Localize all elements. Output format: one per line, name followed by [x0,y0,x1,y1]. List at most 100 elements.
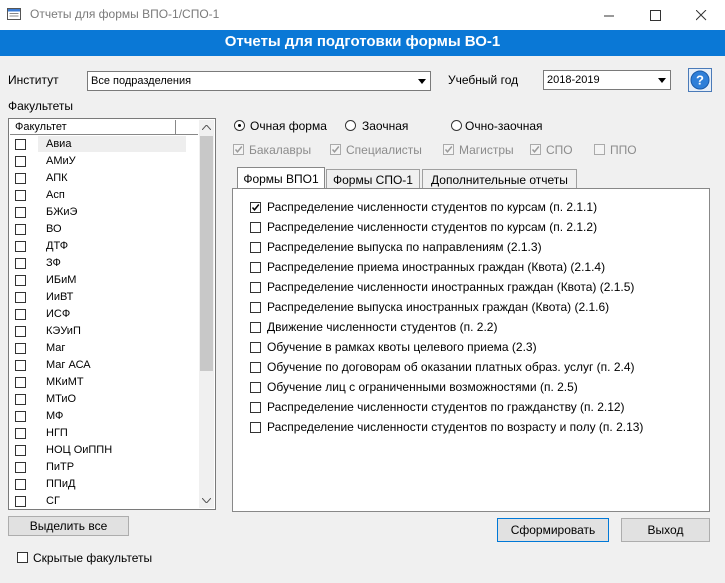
faculty-checkbox[interactable] [15,309,26,320]
level-checkbox[interactable] [233,144,244,155]
list-item[interactable]: ПиТР [10,459,198,476]
faculty-checkbox[interactable] [15,394,26,405]
report-checkbox[interactable] [250,222,261,233]
report-checkbox[interactable] [250,422,261,433]
list-item[interactable]: Маг АСА [10,357,198,374]
exit-button[interactable]: Выход [621,518,710,542]
tab-spo1[interactable]: Формы СПО-1 [326,169,420,189]
help-button[interactable]: ? [688,68,712,92]
year-combo[interactable]: 2018-2019 [543,70,671,90]
close-button[interactable] [678,0,724,30]
list-item[interactable]: КЭУиП [10,323,198,340]
level-checkbox[interactable] [330,144,341,155]
scroll-up-icon[interactable] [199,120,214,135]
faculty-name: МТиО [46,393,77,405]
list-item[interactable]: Авиа [10,136,198,153]
report-label: Распределение выпуска по направлениям (2… [267,240,542,254]
list-item[interactable]: ДТФ [10,238,198,255]
hidden-faculties-checkbox[interactable] [17,552,28,563]
faculty-checkbox[interactable] [15,207,26,218]
list-item[interactable]: ИБиМ [10,272,198,289]
faculty-checkbox[interactable] [15,241,26,252]
report-checkbox[interactable] [250,202,261,213]
faculty-checkbox[interactable] [15,326,26,337]
study-form-radio[interactable] [345,120,356,131]
faculty-checkbox[interactable] [15,411,26,422]
list-item[interactable]: ППиД [10,476,198,493]
tab-vpo1[interactable]: Формы ВПО1 [237,167,325,189]
faculty-checkbox[interactable] [15,377,26,388]
faculties-list[interactable]: Факультет Авиа АМиУ АПК Асп БЖиЭ ВО ДТФ ЗФ ИБиМ И… [8,118,216,510]
faculty-checkbox[interactable] [15,428,26,439]
title-bar: Отчеты для формы ВПО-1/СПО-1 [0,0,725,30]
list-item[interactable]: ИСФ [10,306,198,323]
faculty-checkbox[interactable] [15,190,26,201]
faculty-checkbox[interactable] [15,360,26,371]
list-item[interactable]: БЖиЭ [10,204,198,221]
list-item[interactable]: Асп [10,187,198,204]
level-checkbox[interactable] [594,144,605,155]
faculty-checkbox[interactable] [15,173,26,184]
report-checkbox[interactable] [250,382,261,393]
minimize-button[interactable] [586,0,632,30]
faculty-checkbox[interactable] [15,479,26,490]
maximize-icon [649,9,661,21]
list-item[interactable]: АМиУ [10,153,198,170]
generate-button[interactable]: Сформировать [497,518,609,542]
report-checkbox[interactable] [250,362,261,373]
chevron-down-icon[interactable] [654,71,670,89]
study-form-radio[interactable] [451,120,462,131]
scrollbar[interactable] [199,120,214,508]
faculty-checkbox[interactable] [15,258,26,269]
faculty-name: КЭУиП [46,325,81,337]
faculty-checkbox[interactable] [15,343,26,354]
select-all-button[interactable]: Выделить все [8,516,129,536]
report-label: Распределение выпуска иностранных гражда… [267,300,610,314]
scroll-thumb[interactable] [200,136,213,371]
list-item[interactable]: АПК [10,170,198,187]
report-label: Распределение численности студентов по к… [267,200,598,214]
list-item[interactable]: МТиО [10,391,198,408]
list-item[interactable]: МФ [10,408,198,425]
report-checkbox[interactable] [250,242,261,253]
study-form-label: Заочная [362,119,409,133]
study-form-radio[interactable] [234,120,245,131]
institute-combo[interactable]: Все подразделения [87,71,431,91]
faculty-checkbox[interactable] [15,462,26,473]
list-item[interactable]: НГП [10,425,198,442]
list-item[interactable]: ИиВТ [10,289,198,306]
report-checkbox[interactable] [250,322,261,333]
faculty-checkbox[interactable] [15,224,26,235]
faculty-checkbox[interactable] [15,275,26,286]
level-checkbox[interactable] [530,144,541,155]
faculty-checkbox[interactable] [15,156,26,167]
report-checkbox[interactable] [250,302,261,313]
list-item[interactable]: ВО [10,221,198,238]
list-item[interactable]: СГ [10,493,198,509]
list-item[interactable]: НОЦ ОиППН [10,442,198,459]
scroll-down-icon[interactable] [199,493,214,508]
year-label: Учебный год [448,73,519,87]
maximize-button[interactable] [632,0,678,30]
chevron-down-icon[interactable] [414,72,430,90]
report-checkbox[interactable] [250,342,261,353]
faculty-checkbox[interactable] [15,139,26,150]
faculty-checkbox[interactable] [15,496,26,507]
report-checkbox[interactable] [250,282,261,293]
tab-additional-reports[interactable]: Дополнительные отчеты [422,169,577,189]
column-header[interactable]: Факультет [10,120,176,134]
list-header: Факультет [10,120,198,135]
list-item[interactable]: Маг [10,340,198,357]
report-checkbox[interactable] [250,402,261,413]
faculties-label: Факультеты [8,99,73,113]
faculty-name: НГП [46,427,68,439]
level-checkbox[interactable] [443,144,454,155]
faculty-checkbox[interactable] [15,445,26,456]
list-item[interactable]: МКиМТ [10,374,198,391]
level-label: Магистры [459,143,514,157]
institute-value: Все подразделения [91,75,192,87]
year-value: 2018-2019 [547,74,600,86]
faculty-checkbox[interactable] [15,292,26,303]
report-checkbox[interactable] [250,262,261,273]
list-item[interactable]: ЗФ [10,255,198,272]
